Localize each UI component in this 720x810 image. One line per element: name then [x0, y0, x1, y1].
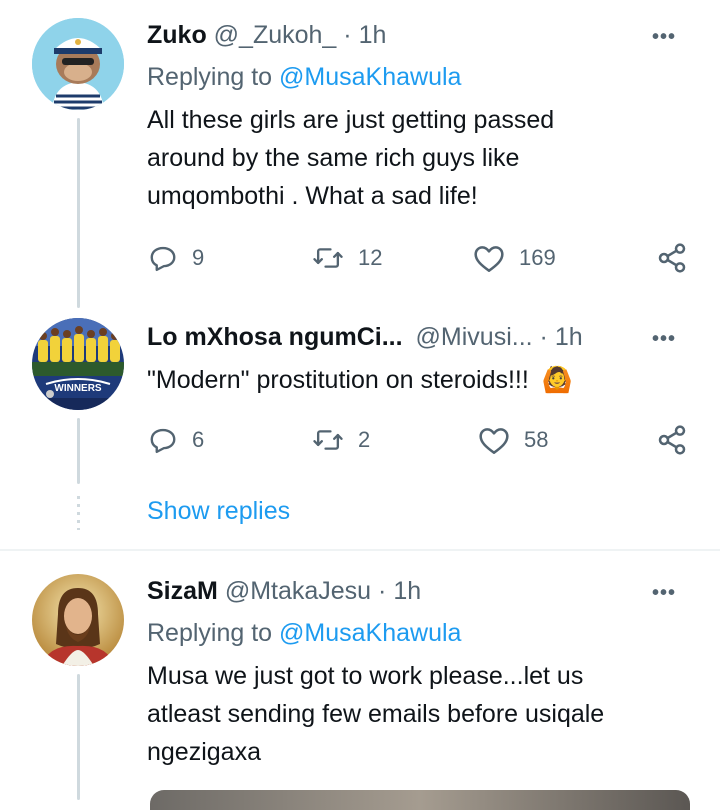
- avatar-lo-mxhosa[interactable]: WINNERS: [32, 318, 124, 410]
- share-icon: [658, 243, 686, 273]
- separator-dot: ·: [378, 577, 387, 605]
- reply-count: 9: [192, 245, 205, 270]
- author-name[interactable]: Zuko: [147, 21, 207, 49]
- reply-icon: [150, 246, 176, 272]
- tweet-text-line: "Modern" prostitution on steroids!!!: [147, 366, 529, 394]
- team-photo-avatar-icon: WINNERS: [32, 318, 124, 410]
- timestamp[interactable]: 1h: [393, 577, 421, 605]
- retweet-button[interactable]: 12: [312, 243, 382, 273]
- tweet-text-line: atleast sending few emails before usiqal…: [147, 700, 605, 728]
- tweet-text-line: umqombothi . What a sad life!: [147, 182, 478, 210]
- separator-dot: ·: [539, 323, 548, 351]
- tweet-text-line: Musa we just got to work please...let us: [147, 662, 584, 690]
- replying-to-label: Replying to: [147, 619, 273, 647]
- tweet-text-line: around by the same rich guys like: [147, 144, 520, 172]
- like-button[interactable]: 58: [478, 425, 548, 455]
- replying-to-label: Replying to: [147, 63, 273, 91]
- more-icon[interactable]: •••: [652, 328, 676, 351]
- thread-line: [77, 118, 80, 308]
- heart-icon: [474, 246, 504, 272]
- author-name[interactable]: SizaM: [147, 577, 218, 605]
- media-preview[interactable]: [150, 790, 690, 810]
- timestamp[interactable]: 1h: [359, 21, 387, 49]
- thread-line: [77, 418, 80, 484]
- more-icon[interactable]: •••: [652, 26, 676, 49]
- thread-line: [77, 674, 80, 800]
- reply-count: 6: [192, 427, 205, 452]
- avatar-sizam[interactable]: [32, 574, 124, 666]
- tweet-header: SizaM @MtakaJesu · 1h: [147, 576, 421, 606]
- tweet-text: Musa we just got to work please...let us…: [147, 657, 604, 771]
- like-button[interactable]: 169: [473, 243, 556, 273]
- like-count: 58: [524, 427, 549, 452]
- timestamp[interactable]: 1h: [555, 323, 583, 351]
- retweet-icon: [313, 430, 343, 450]
- ape-avatar-icon: [32, 18, 124, 110]
- portrait-avatar-icon: [32, 574, 124, 666]
- avatar-zuko[interactable]: [32, 18, 124, 110]
- replying-to-handle[interactable]: @MusaKhawula: [279, 63, 461, 91]
- tweet-text-line: ngezigaxa: [147, 738, 261, 766]
- author-handle[interactable]: @Mivusi...: [416, 323, 533, 351]
- tweet-text: All these girls are just getting passed …: [147, 101, 554, 215]
- reply-icon: [150, 428, 176, 454]
- author-handle[interactable]: @MtakaJesu: [225, 577, 371, 605]
- like-count: 169: [519, 245, 556, 270]
- replying-to: Replying to @MusaKhawula: [147, 618, 461, 648]
- replying-to: Replying to @MusaKhawula: [147, 62, 461, 92]
- divider: [0, 549, 720, 551]
- replying-to-handle[interactable]: @MusaKhawula: [279, 619, 461, 647]
- tweet-text-line: All these girls are just getting passed: [147, 106, 555, 134]
- share-button[interactable]: [656, 424, 688, 456]
- emoji: 🙆: [541, 366, 573, 394]
- retweet-button[interactable]: 2: [312, 425, 370, 455]
- retweet-count: 2: [358, 427, 371, 452]
- reply-button[interactable]: 9: [148, 243, 204, 273]
- separator-dot: ·: [343, 21, 352, 49]
- reply-button[interactable]: 6: [148, 425, 204, 455]
- tweet-text: "Modern" prostitution on steroids!!! 🙆: [147, 361, 573, 399]
- author-handle[interactable]: @_Zukoh_: [214, 21, 337, 49]
- share-icon: [658, 425, 686, 455]
- more-icon[interactable]: •••: [652, 582, 676, 605]
- svg-text:WINNERS: WINNERS: [54, 383, 102, 394]
- heart-icon: [479, 428, 509, 454]
- share-button[interactable]: [656, 242, 688, 274]
- author-name[interactable]: Lo mXhosa ngumCi...: [147, 323, 403, 351]
- show-replies-link[interactable]: Show replies: [147, 497, 290, 526]
- thread-dots: [77, 496, 80, 530]
- retweet-count: 12: [358, 245, 383, 270]
- tweet-header: Zuko @_Zukoh_ · 1h: [147, 20, 386, 50]
- tweet-header: Lo mXhosa ngumCi... @Mivusi... · 1h: [147, 322, 583, 352]
- retweet-icon: [313, 248, 343, 268]
